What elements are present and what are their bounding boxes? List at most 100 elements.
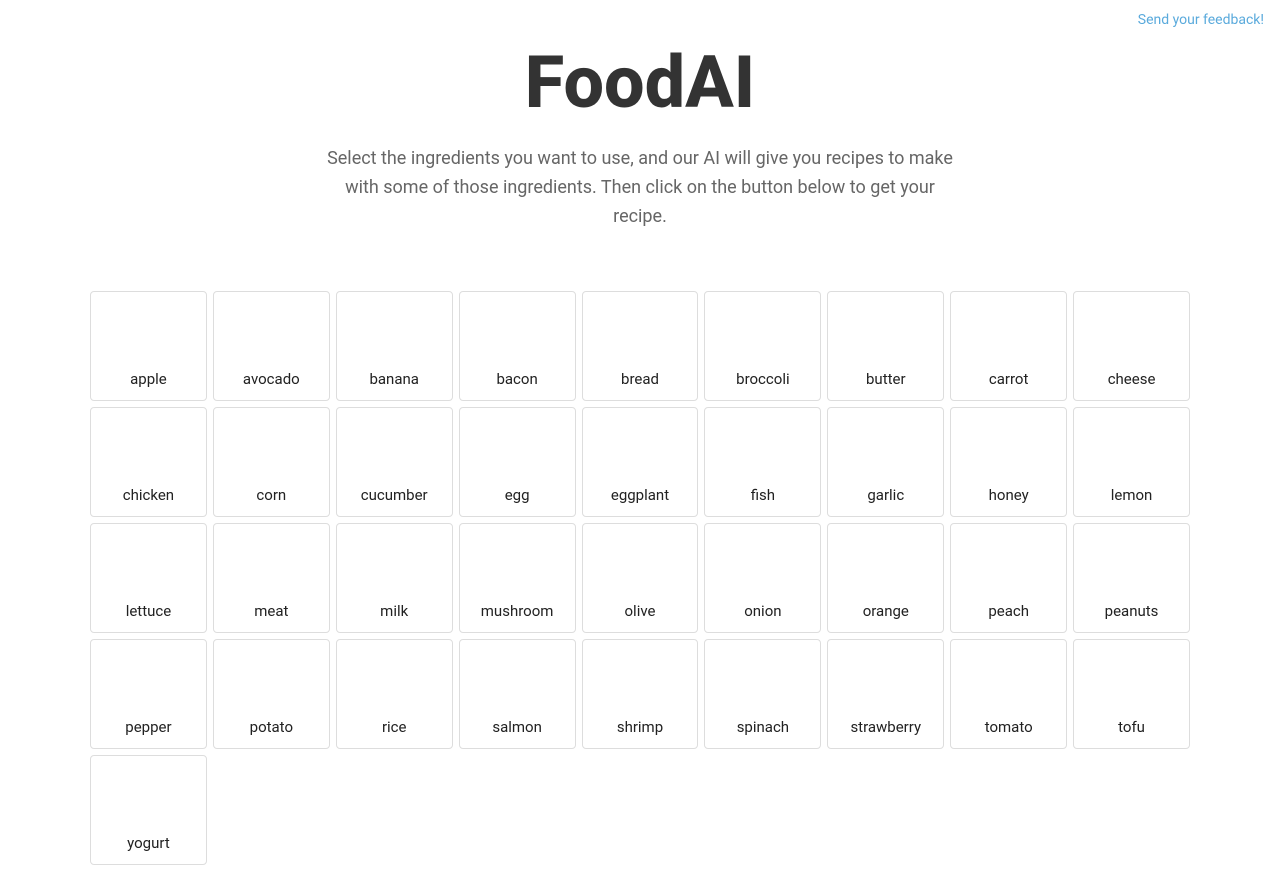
ingredient-card-potato[interactable]: potato	[213, 639, 330, 749]
ingredients-grid: apple avocado banana bacon bread broccolibutt…	[90, 281, 1190, 885]
ingredient-image-rice	[364, 650, 424, 710]
ingredient-label-eggplant: eggplant	[611, 486, 669, 504]
ingredient-card-shrimp[interactable]: shrimp	[582, 639, 699, 749]
ingredient-image-chicken	[118, 418, 178, 478]
ingredient-label-onion: onion	[744, 602, 781, 620]
ingredient-card-peach[interactable]: peach	[950, 523, 1067, 633]
ingredient-label-cheese: cheese	[1108, 370, 1156, 388]
app-title: FoodAI	[20, 40, 1260, 125]
ingredient-card-pepper[interactable]: pepper	[90, 639, 207, 749]
ingredient-image-carrot	[979, 302, 1039, 362]
ingredient-card-mushroom[interactable]: mushroom	[459, 523, 576, 633]
ingredient-image-orange	[856, 534, 916, 594]
ingredient-image-strawberry	[856, 650, 916, 710]
ingredient-image-meat	[241, 534, 301, 594]
ingredient-label-lemon: lemon	[1111, 486, 1153, 504]
ingredient-image-milk	[364, 534, 424, 594]
ingredient-label-olive: olive	[625, 602, 656, 620]
ingredient-image-pepper	[118, 650, 178, 710]
ingredient-image-corn	[241, 418, 301, 478]
ingredient-image-banana	[364, 302, 424, 362]
ingredient-label-strawberry: strawberry	[850, 718, 921, 736]
ingredient-card-spinach[interactable]: spinach	[704, 639, 821, 749]
ingredient-image-mushroom	[487, 534, 547, 594]
ingredient-card-banana[interactable]: banana	[336, 291, 453, 401]
ingredient-image-garlic	[856, 418, 916, 478]
ingredient-card-chicken[interactable]: chicken	[90, 407, 207, 517]
ingredient-card-tofu[interactable]: tofu	[1073, 639, 1190, 749]
ingredient-image-onion	[733, 534, 793, 594]
ingredient-card-cheese[interactable]: cheese	[1073, 291, 1190, 401]
ingredient-image-lemon	[1102, 418, 1162, 478]
ingredient-card-garlic[interactable]: garlic	[827, 407, 944, 517]
ingredient-label-pepper: pepper	[125, 718, 171, 736]
ingredient-label-tomato: tomato	[985, 718, 1033, 736]
ingredient-image-lettuce	[118, 534, 178, 594]
ingredient-card-bread[interactable]: bread	[582, 291, 699, 401]
ingredient-image-cucumber	[364, 418, 424, 478]
ingredient-image-potato	[241, 650, 301, 710]
ingredient-label-cucumber: cucumber	[361, 486, 428, 504]
ingredient-label-meat: meat	[254, 602, 288, 620]
ingredient-image-tomato	[979, 650, 1039, 710]
ingredient-card-peanuts[interactable]: peanuts	[1073, 523, 1190, 633]
subtitle: Select the ingredients you want to use, …	[320, 145, 960, 231]
ingredient-label-carrot: carrot	[989, 370, 1029, 388]
ingredient-image-bread	[610, 302, 670, 362]
ingredient-card-strawberry[interactable]: strawberry	[827, 639, 944, 749]
ingredient-label-chicken: chicken	[123, 486, 174, 504]
ingredient-card-butter[interactable]: butter	[827, 291, 944, 401]
ingredient-card-avocado[interactable]: avocado	[213, 291, 330, 401]
ingredient-label-mushroom: mushroom	[481, 602, 554, 620]
ingredient-image-peach	[979, 534, 1039, 594]
ingredient-image-eggplant	[610, 418, 670, 478]
feedback-link[interactable]: Send your feedback!	[1138, 12, 1264, 28]
ingredient-card-milk[interactable]: milk	[336, 523, 453, 633]
ingredient-label-bread: bread	[621, 370, 659, 388]
ingredient-label-shrimp: shrimp	[617, 718, 663, 736]
ingredient-label-apple: apple	[130, 370, 167, 388]
ingredient-card-olive[interactable]: olive	[582, 523, 699, 633]
ingredient-card-honey[interactable]: honey	[950, 407, 1067, 517]
ingredient-card-meat[interactable]: meat	[213, 523, 330, 633]
ingredient-label-bacon: bacon	[496, 370, 537, 388]
ingredient-card-egg[interactable]: egg	[459, 407, 576, 517]
ingredient-label-avocado: avocado	[243, 370, 300, 388]
ingredient-image-broccoli	[733, 302, 793, 362]
ingredient-card-bacon[interactable]: bacon	[459, 291, 576, 401]
ingredient-label-lettuce: lettuce	[126, 602, 172, 620]
ingredient-card-broccoli[interactable]: broccoli	[704, 291, 821, 401]
ingredient-image-bacon	[487, 302, 547, 362]
ingredient-card-fish[interactable]: fish	[704, 407, 821, 517]
ingredient-image-salmon	[487, 650, 547, 710]
ingredient-card-eggplant[interactable]: eggplant	[582, 407, 699, 517]
ingredient-image-shrimp	[610, 650, 670, 710]
ingredient-card-orange[interactable]: orange	[827, 523, 944, 633]
ingredient-image-cheese	[1102, 302, 1162, 362]
ingredient-label-spinach: spinach	[737, 718, 789, 736]
ingredient-card-tomato[interactable]: tomato	[950, 639, 1067, 749]
ingredient-card-rice[interactable]: rice	[336, 639, 453, 749]
ingredient-label-yogurt: yogurt	[127, 834, 170, 852]
ingredient-image-fish	[733, 418, 793, 478]
ingredient-image-honey	[979, 418, 1039, 478]
ingredient-card-apple[interactable]: apple	[90, 291, 207, 401]
ingredient-card-cucumber[interactable]: cucumber	[336, 407, 453, 517]
ingredient-card-lettuce[interactable]: lettuce	[90, 523, 207, 633]
ingredient-card-salmon[interactable]: salmon	[459, 639, 576, 749]
ingredient-card-onion[interactable]: onion	[704, 523, 821, 633]
ingredient-image-peanuts	[1102, 534, 1162, 594]
ingredient-image-olive	[610, 534, 670, 594]
ingredient-card-lemon[interactable]: lemon	[1073, 407, 1190, 517]
ingredient-label-corn: corn	[256, 486, 286, 504]
ingredient-label-fish: fish	[751, 486, 775, 504]
ingredient-label-tofu: tofu	[1118, 718, 1145, 736]
header: FoodAI Select the ingredients you want t…	[0, 0, 1280, 281]
ingredient-card-carrot[interactable]: carrot	[950, 291, 1067, 401]
ingredient-card-yogurt[interactable]: yogurt	[90, 755, 207, 865]
ingredient-card-corn[interactable]: corn	[213, 407, 330, 517]
ingredient-image-avocado	[241, 302, 301, 362]
ingredient-label-peach: peach	[988, 602, 1029, 620]
ingredient-label-salmon: salmon	[492, 718, 542, 736]
ingredient-label-honey: honey	[989, 486, 1029, 504]
